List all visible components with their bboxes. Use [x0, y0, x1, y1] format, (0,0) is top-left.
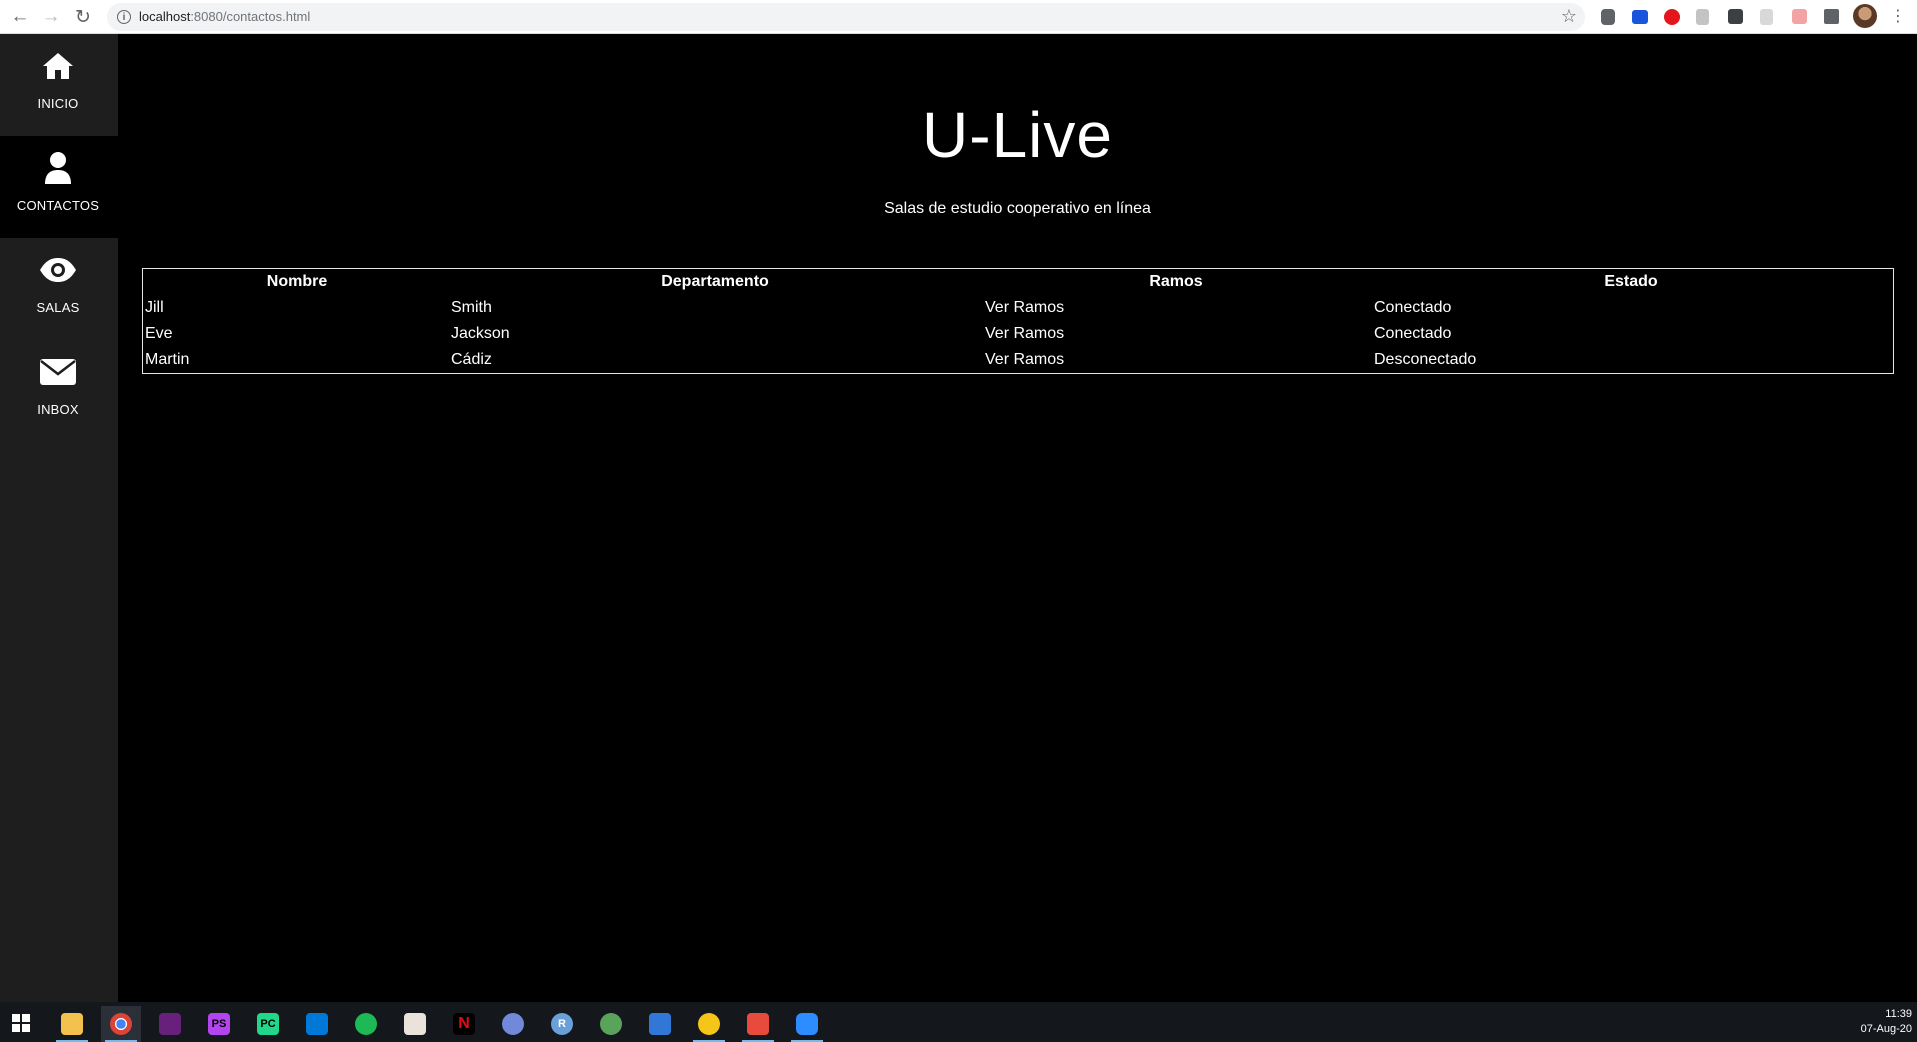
- windows-start-icon[interactable]: [12, 1014, 30, 1032]
- site-info-icon[interactable]: i: [117, 10, 131, 24]
- cell-departamento: Jackson: [451, 325, 510, 342]
- ver-ramos-link[interactable]: Ver Ramos: [985, 299, 1064, 317]
- sidebar-item-label: INICIO: [37, 96, 79, 111]
- bookmark-star-icon[interactable]: ☆: [1561, 6, 1577, 27]
- reload-icon[interactable]: ↻: [71, 5, 95, 29]
- sidebar-item-inbox[interactable]: INBOX: [0, 340, 118, 442]
- page-subtitle: Salas de estudio cooperativo en línea: [884, 200, 1151, 217]
- paint-app-icon[interactable]: [738, 1006, 778, 1042]
- contacts-table: Nombre Departamento Ramos Estado Jill Sm…: [142, 268, 1894, 374]
- cell-estado: Conectado: [1374, 299, 1452, 316]
- cell-nombre: Jill: [145, 299, 164, 316]
- extension-icon[interactable]: [1728, 9, 1743, 24]
- sidebar-item-label: CONTACTOS: [16, 198, 100, 213]
- ver-ramos-link[interactable]: Ver Ramos: [985, 325, 1064, 343]
- address-bar[interactable]: i localhost:8080/contactos.html ☆: [107, 3, 1585, 31]
- extension-icon[interactable]: [1601, 9, 1615, 25]
- zoom-icon[interactable]: [787, 1006, 827, 1042]
- table-row: Eve Jackson Ver Ramos Conectado: [143, 321, 1893, 347]
- r-icon[interactable]: R: [542, 1006, 582, 1042]
- sidebar-item-label: SALAS: [36, 300, 80, 315]
- visual-studio-icon[interactable]: [150, 1006, 190, 1042]
- cell-nombre: Martin: [145, 351, 190, 368]
- system-clock[interactable]: 11:39 07-Aug-20: [1861, 1007, 1912, 1037]
- pycharm-icon[interactable]: PC: [248, 1006, 288, 1042]
- extension-icon[interactable]: [1760, 9, 1773, 25]
- user-icon: [0, 148, 116, 188]
- profile-avatar[interactable]: [1853, 4, 1877, 28]
- sidebar-item-inicio[interactable]: INICIO: [0, 34, 118, 136]
- back-icon[interactable]: ←: [8, 5, 32, 29]
- clock-date: 07-Aug-20: [1860, 1023, 1912, 1035]
- extension-icon[interactable]: [1792, 9, 1807, 24]
- page-title: U-Live: [922, 99, 1113, 171]
- table-row: Jill Smith Ver Ramos Conectado: [143, 295, 1893, 321]
- more-menu-icon[interactable]: ⋮: [1890, 6, 1906, 26]
- netflix-icon[interactable]: N: [444, 1006, 484, 1042]
- chrome-icon[interactable]: [101, 1006, 141, 1042]
- home-icon: [0, 46, 116, 86]
- column-header-estado: Estado: [1604, 273, 1658, 290]
- spotify-icon[interactable]: [346, 1006, 386, 1042]
- envelope-icon: [0, 352, 116, 392]
- cell-nombre: Eve: [145, 325, 173, 342]
- sidebar-item-contactos[interactable]: CONTACTOS: [0, 136, 118, 238]
- popcorn-icon[interactable]: [395, 1006, 435, 1042]
- puzzle-icon[interactable]: [1824, 9, 1839, 24]
- forward-icon[interactable]: →: [39, 5, 63, 29]
- table-header-row: Nombre Departamento Ramos Estado: [143, 269, 1893, 295]
- windows-taskbar: PS PC N R 11:39 07-Aug-20: [0, 1002, 1917, 1042]
- remote-desktop-icon[interactable]: [640, 1006, 680, 1042]
- table-row: Martin Cádiz Ver Ramos Desconectado: [143, 347, 1893, 373]
- sticker-app-icon[interactable]: [689, 1006, 729, 1042]
- xbox-icon[interactable]: [591, 1006, 631, 1042]
- column-header-departamento: Departamento: [661, 273, 769, 290]
- discord-icon[interactable]: [493, 1006, 533, 1042]
- sidebar-item-salas[interactable]: SALAS: [0, 238, 118, 340]
- vscode-icon[interactable]: [297, 1006, 337, 1042]
- extension-icon[interactable]: [1664, 9, 1680, 25]
- cell-estado: Conectado: [1374, 325, 1452, 342]
- cell-departamento: Smith: [451, 299, 492, 316]
- file-explorer-icon[interactable]: [52, 1006, 92, 1042]
- sidebar-item-label: INBOX: [37, 402, 79, 417]
- browser-toolbar: ← → ↻ i localhost:8080/contactos.html ☆ …: [0, 0, 1917, 34]
- sidebar: INICIO CONTACTOS SALAS INBOX: [0, 34, 118, 1002]
- phpstorm-icon[interactable]: PS: [199, 1006, 239, 1042]
- ver-ramos-link[interactable]: Ver Ramos: [985, 351, 1064, 369]
- extension-icon[interactable]: [1696, 9, 1709, 25]
- cell-departamento: Cádiz: [451, 351, 492, 368]
- url-text[interactable]: localhost:8080/contactos.html: [139, 9, 310, 24]
- clock-time: 11:39: [1885, 1008, 1912, 1020]
- cell-estado: Desconectado: [1374, 351, 1477, 368]
- column-header-ramos: Ramos: [1149, 273, 1203, 290]
- column-header-nombre: Nombre: [266, 273, 328, 290]
- eye-icon: [0, 250, 116, 290]
- extension-icon[interactable]: [1632, 10, 1648, 24]
